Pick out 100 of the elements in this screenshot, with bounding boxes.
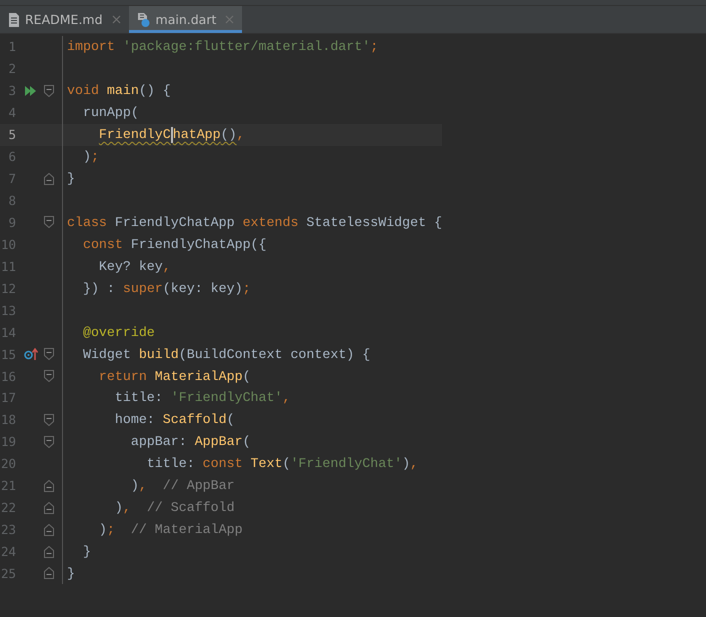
line-number: 18 (0, 412, 16, 428)
document-icon (8, 12, 20, 26)
fold-icon[interactable] (44, 546, 54, 558)
line-number: 23 (0, 522, 16, 538)
code-token: appBar: (130, 434, 188, 450)
run-icon[interactable] (25, 86, 37, 96)
code-token: ; (242, 280, 251, 296)
code-token: Key? key (98, 258, 163, 274)
code-token: () (220, 127, 237, 142)
code-token: ( (282, 456, 290, 472)
fold-icon[interactable] (44, 524, 54, 536)
line-number: 19 (0, 434, 16, 450)
code-token: ( (226, 412, 235, 428)
fold-icon[interactable] (44, 370, 54, 382)
code-token: () { (138, 83, 171, 98)
line-number: 12 (0, 280, 16, 296)
code-token: , (410, 456, 418, 472)
code-token: }) : (82, 280, 116, 296)
code-token: class (67, 214, 108, 230)
code-token: ) (98, 522, 107, 538)
file-tab[interactable]: README.md (0, 6, 129, 33)
code-token: , (162, 258, 171, 274)
fold-icon[interactable] (44, 84, 54, 97)
code-token: FriendlyChatApp (114, 214, 236, 230)
code-token: @override (82, 324, 155, 340)
fold-icon[interactable] (44, 436, 54, 448)
code-token: ; (90, 149, 99, 164)
code-token: ; (370, 39, 378, 54)
code-token: const (202, 456, 244, 472)
code-token: // AppBar (162, 478, 235, 494)
fold-icon[interactable] (44, 414, 54, 426)
code-token: ) (114, 500, 123, 516)
line-number: 14 (0, 324, 16, 340)
fold-icon[interactable] (44, 502, 54, 514)
code-token: hatApp (172, 127, 221, 142)
code-token: // Scaffold (146, 500, 235, 516)
code-token: 'FriendlyChat' (290, 456, 402, 472)
code-token: Widget (82, 346, 132, 362)
code-token: , (138, 478, 147, 494)
code-token: runApp( (82, 105, 139, 120)
line-number: 13 (0, 302, 16, 318)
code-token: Scaffold (162, 412, 227, 428)
override-icon[interactable] (24, 348, 38, 360)
line-number: 15 (0, 346, 16, 362)
line-number: 2 (7, 61, 16, 76)
code-token: } (67, 566, 75, 581)
code-token: ( (242, 434, 251, 450)
line-number: 24 (0, 544, 16, 560)
line-number: 7 (7, 171, 16, 186)
code-token: (key: key) (162, 280, 243, 296)
code-token: return (98, 368, 148, 384)
code-token: super (122, 280, 163, 296)
code-token: ) (130, 478, 139, 494)
code-token: (BuildContext context) { (178, 346, 370, 362)
line-number: 17 (0, 390, 16, 406)
fold-icon[interactable] (44, 480, 54, 492)
code-token: 'package:flutter/material.dart' (122, 39, 370, 54)
code-token: 'FriendlyChat' (170, 390, 282, 406)
code-token: title: (114, 390, 164, 406)
code-token: ; (106, 522, 115, 538)
code-token: AppBar (194, 434, 243, 450)
line-number: 21 (0, 478, 16, 494)
fold-icon[interactable] (44, 567, 54, 580)
code-token: main (106, 83, 139, 98)
line-number: 11 (0, 258, 16, 274)
code-token: ) (82, 149, 91, 164)
line-number: 3 (7, 83, 16, 98)
code-token: , (236, 127, 245, 142)
code-token: ( (242, 368, 251, 384)
code-token: FriendlyC (98, 127, 171, 142)
code-token: const (82, 236, 124, 252)
code-token: home: (114, 412, 156, 428)
code-token: import (67, 39, 116, 54)
code-token: title: (146, 456, 196, 472)
fold-icon[interactable] (44, 216, 54, 228)
code-token: FriendlyChatApp({ (130, 236, 267, 252)
line-number: 4 (7, 105, 16, 120)
line-number: 20 (0, 456, 16, 472)
code-token: void (67, 83, 100, 98)
code-token: MaterialApp (154, 368, 243, 384)
line-number: 22 (0, 500, 16, 516)
code-token: , (282, 390, 290, 406)
line-number: 6 (7, 149, 16, 164)
file-tab[interactable]: main.dart (128, 6, 242, 33)
fold-icon[interactable] (44, 348, 54, 360)
code-token: ) (402, 456, 410, 472)
line-number: 9 (7, 214, 16, 230)
line-number: 1 (7, 39, 16, 54)
code-token: build (138, 346, 179, 362)
code-token: , (122, 500, 131, 516)
file-icon (136, 12, 151, 26)
fold-icon[interactable] (44, 172, 54, 185)
code-token: Text (250, 456, 282, 472)
code-token: } (67, 171, 75, 186)
code-token: // MaterialApp (130, 522, 243, 538)
line-number: 5 (7, 127, 16, 142)
line-number: 16 (0, 368, 16, 384)
line-number: 25 (0, 566, 16, 581)
code-token: extends (242, 214, 300, 230)
code-token: } (82, 544, 91, 560)
